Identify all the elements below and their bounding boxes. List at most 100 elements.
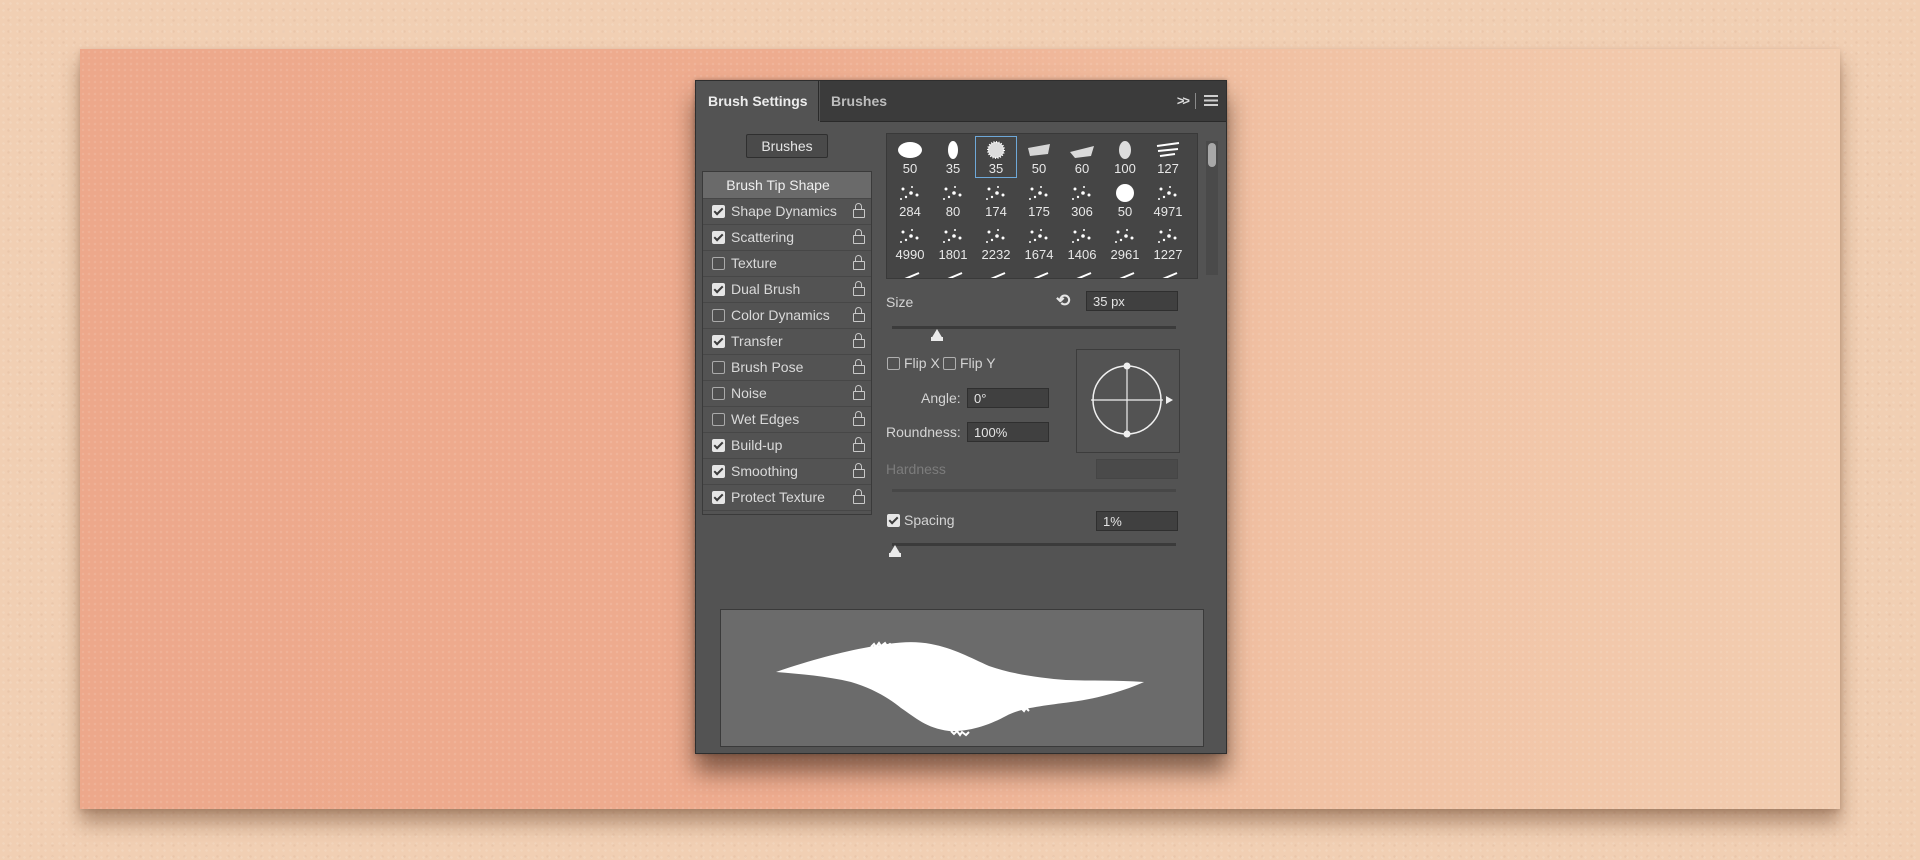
size-slider-knob[interactable] <box>931 329 944 341</box>
brush-option-smoothing[interactable]: Smoothing <box>703 458 871 485</box>
brush-size-label: 50 <box>1117 204 1133 219</box>
spacing-checkbox[interactable] <box>887 514 900 527</box>
brush-preset[interactable] <box>1104 265 1146 278</box>
hardness-label: Hardness <box>886 461 946 477</box>
brush-preset[interactable] <box>1061 265 1103 278</box>
brush-tip-icon <box>987 141 1005 159</box>
option-checkbox[interactable] <box>712 491 725 504</box>
brush-option-transfer[interactable]: Transfer <box>703 328 871 355</box>
brush-preset[interactable] <box>975 265 1017 278</box>
lock-icon[interactable] <box>853 437 865 452</box>
option-label: Wet Edges <box>731 411 800 427</box>
option-checkbox[interactable] <box>712 413 725 426</box>
brush-option-protect-texture[interactable]: Protect Texture <box>703 484 871 511</box>
brush-tip-icon <box>1072 229 1091 243</box>
brush-preset[interactable]: 50 <box>889 136 931 178</box>
flip-x-checkbox[interactable] <box>887 357 900 370</box>
brush-tip-icon <box>1070 146 1094 158</box>
brush-option-texture[interactable]: Texture <box>703 250 871 277</box>
brushes-button[interactable]: Brushes <box>746 134 828 158</box>
option-checkbox[interactable] <box>712 361 725 374</box>
lock-icon[interactable] <box>853 307 865 322</box>
lock-icon[interactable] <box>853 489 865 504</box>
brush-size-label: 2961 <box>1110 247 1140 262</box>
brush-preset[interactable] <box>932 265 974 278</box>
lock-icon[interactable] <box>853 463 865 478</box>
option-checkbox[interactable] <box>712 283 725 296</box>
brush-preset[interactable] <box>1147 265 1189 278</box>
lock-icon[interactable] <box>853 333 865 348</box>
scrollbar-thumb[interactable] <box>1208 143 1216 167</box>
brush-preset[interactable]: 1801 <box>932 222 974 264</box>
brush-preset[interactable]: 1227 <box>1147 222 1189 264</box>
brush-preset[interactable]: 2232 <box>975 222 1017 264</box>
option-checkbox[interactable] <box>712 465 725 478</box>
stroke-preview <box>720 609 1204 747</box>
brush-preset[interactable]: 284 <box>889 179 931 221</box>
option-label: Build-up <box>731 437 783 453</box>
brush-option-brush-tip-shape[interactable]: Brush Tip Shape <box>703 172 871 199</box>
brush-size-label: 80 <box>945 204 961 219</box>
panel-menu-icon[interactable] <box>1204 95 1218 106</box>
brush-preset[interactable]: 80 <box>932 179 974 221</box>
preset-scrollbar[interactable] <box>1206 141 1218 275</box>
brush-preset[interactable] <box>1018 265 1060 278</box>
lock-icon[interactable] <box>853 203 865 218</box>
brush-option-build-up[interactable]: Build-up <box>703 432 871 459</box>
brush-option-scattering[interactable]: Scattering <box>703 224 871 251</box>
roundness-field[interactable]: 100% <box>967 422 1049 442</box>
brush-preset[interactable]: 100 <box>1104 136 1146 178</box>
brush-option-brush-pose[interactable]: Brush Pose <box>703 354 871 381</box>
spacing-field[interactable]: 1% <box>1096 511 1178 531</box>
brush-preset[interactable]: 306 <box>1061 179 1103 221</box>
lock-icon[interactable] <box>853 255 865 270</box>
lock-icon[interactable] <box>853 229 865 244</box>
option-checkbox[interactable] <box>712 439 725 452</box>
lock-icon[interactable] <box>853 411 865 426</box>
brush-option-shape-dynamics[interactable]: Shape Dynamics <box>703 198 871 225</box>
brush-preset[interactable]: 4990 <box>889 222 931 264</box>
brush-size-label: 50 <box>902 161 918 176</box>
brush-preset[interactable] <box>889 265 931 278</box>
brush-tip-icon <box>1158 186 1177 200</box>
brush-preset[interactable]: 60 <box>1061 136 1103 178</box>
brush-option-dual-brush[interactable]: Dual Brush <box>703 276 871 303</box>
flip-y-checkbox[interactable] <box>943 357 956 370</box>
angle-field[interactable]: 0° <box>967 388 1049 408</box>
angle-roundness-widget[interactable] <box>1076 349 1180 453</box>
brush-preset[interactable]: 1674 <box>1018 222 1060 264</box>
lock-icon[interactable] <box>853 281 865 296</box>
brush-size-label: 174 <box>985 204 1007 219</box>
tab-brush-settings[interactable]: Brush Settings <box>696 81 820 122</box>
brush-preset[interactable]: 1406 <box>1061 222 1103 264</box>
lock-icon[interactable] <box>853 359 865 374</box>
option-checkbox[interactable] <box>712 335 725 348</box>
brush-preset[interactable]: 175 <box>1018 179 1060 221</box>
lock-icon[interactable] <box>853 385 865 400</box>
brush-option-noise[interactable]: Noise <box>703 380 871 407</box>
brush-tip-icon <box>1076 272 1092 278</box>
option-label: Brush Tip Shape <box>726 177 830 193</box>
reset-size-icon[interactable]: ⟲ <box>1056 291 1070 311</box>
spacing-slider-track[interactable] <box>892 543 1176 546</box>
angle-crosshair-icon <box>1091 362 1173 438</box>
brush-preset[interactable]: 127 <box>1147 136 1189 178</box>
tab-brushes[interactable]: Brushes <box>818 81 899 121</box>
brush-preset[interactable]: 4971 <box>1147 179 1189 221</box>
brush-preset[interactable]: 50 <box>1018 136 1060 178</box>
option-checkbox[interactable] <box>712 257 725 270</box>
brush-preset[interactable]: 50 <box>1104 179 1146 221</box>
brush-preset[interactable]: 35 <box>975 136 1017 178</box>
brush-preset[interactable]: 174 <box>975 179 1017 221</box>
brush-preset[interactable]: 2961 <box>1104 222 1146 264</box>
brush-preset[interactable]: 35 <box>932 136 974 178</box>
brush-option-color-dynamics[interactable]: Color Dynamics <box>703 302 871 329</box>
size-field[interactable]: 35 px <box>1086 291 1178 311</box>
option-checkbox[interactable] <box>712 205 725 218</box>
spacing-slider-knob[interactable] <box>888 545 901 557</box>
option-checkbox[interactable] <box>712 231 725 244</box>
option-checkbox[interactable] <box>712 309 725 322</box>
brush-option-wet-edges[interactable]: Wet Edges <box>703 406 871 433</box>
collapse-icon[interactable]: >> <box>1177 93 1190 108</box>
option-checkbox[interactable] <box>712 387 725 400</box>
